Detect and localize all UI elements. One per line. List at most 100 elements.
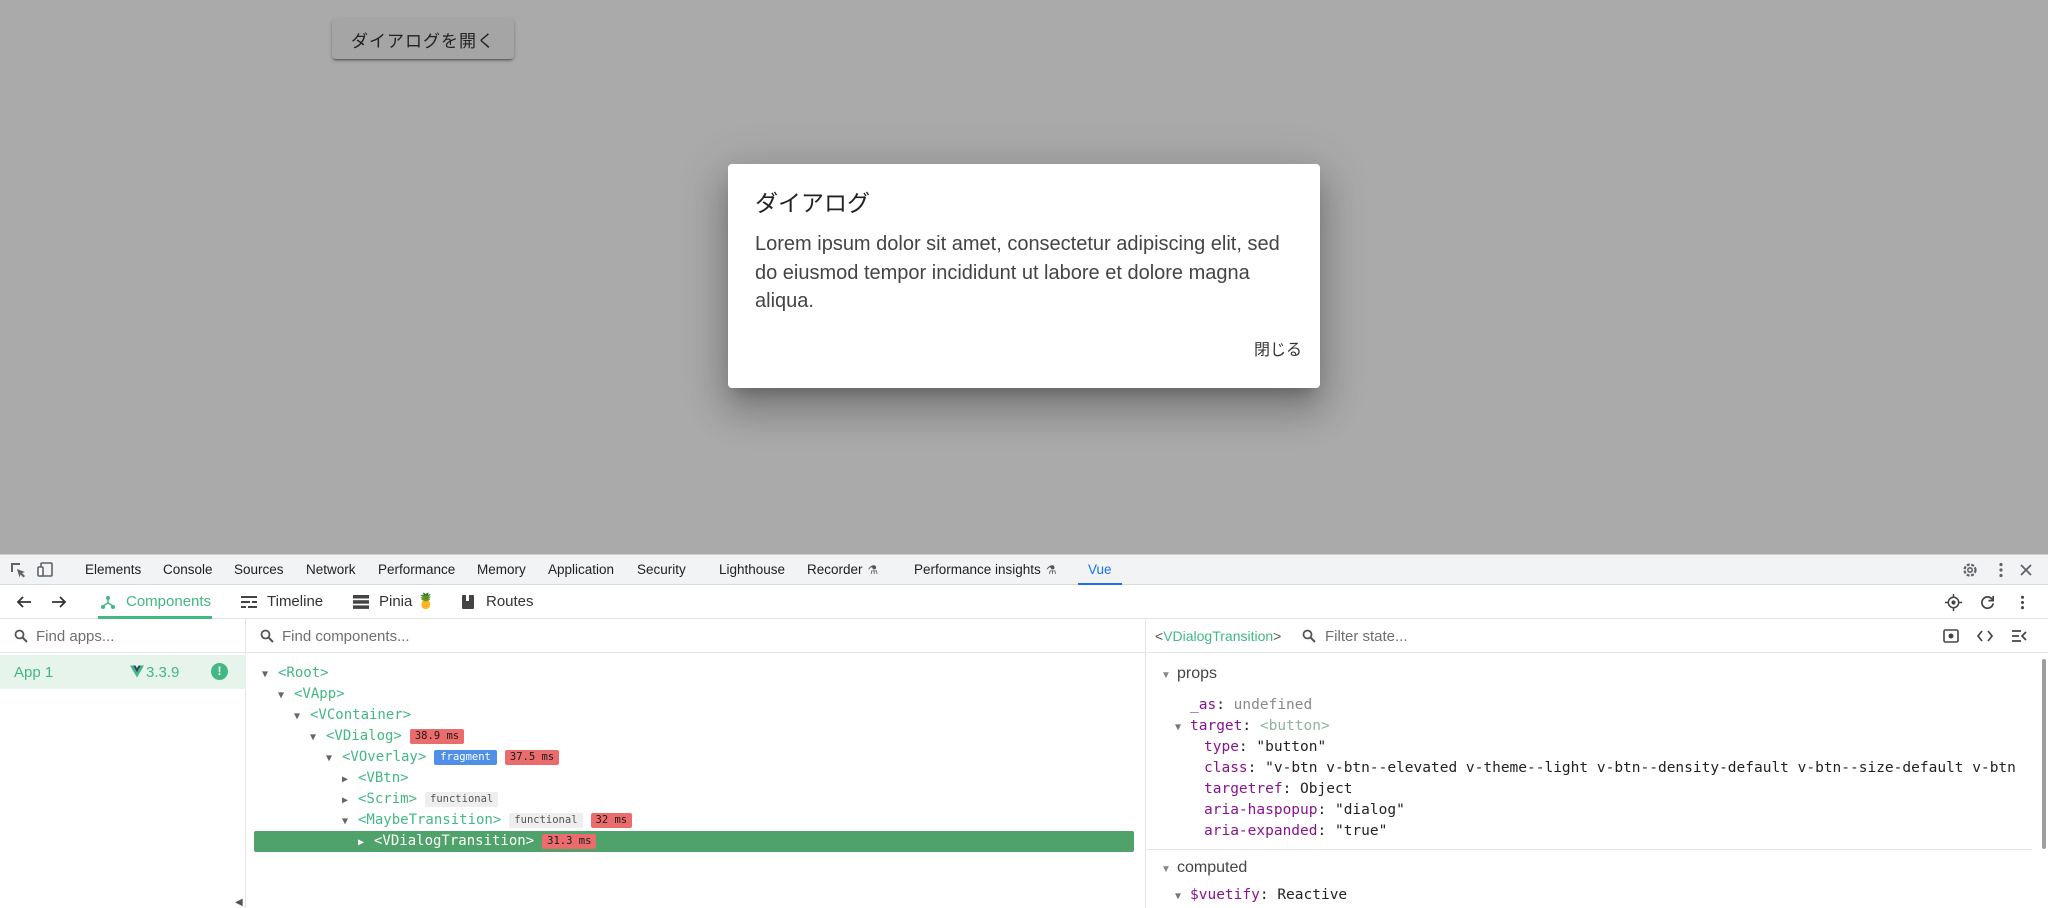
nav-pinia[interactable]: Pinia 🍍	[353, 585, 443, 619]
computed-section-title: computed	[1177, 859, 1248, 876]
expanded-triangle-icon: ▼	[342, 816, 349, 827]
scroll-to-component-icon[interactable]	[1943, 628, 1959, 644]
section-divider	[1147, 849, 2032, 850]
selected-component-label: VDialogTransition	[1163, 628, 1274, 644]
app-name: App 1	[14, 664, 54, 681]
routes-book-icon	[462, 595, 474, 609]
state-filter-input[interactable]: Filter state...	[1325, 628, 1408, 645]
render-time-badge: 32 ms	[590, 812, 633, 828]
expanded-triangle-icon: ▼	[1161, 864, 1171, 875]
tab-recorder[interactable]: Recorder ⚗	[807, 555, 878, 585]
nav-routes[interactable]: Routes	[460, 585, 550, 619]
components-search-placeholder: Find components...	[282, 628, 410, 645]
prop-aria-haspopup: aria-haspopup: "dialog"	[1204, 802, 1405, 818]
expanded-triangle-icon: ▼	[310, 732, 317, 743]
tab-elements[interactable]: Elements	[85, 555, 141, 585]
app-list-item[interactable]: App 1 3.3.9 !	[0, 655, 246, 689]
components-search[interactable]: Find components...	[246, 619, 1145, 653]
expanded-triangle-icon: ▼	[294, 711, 301, 722]
tree-node-label: <MaybeTransition>	[358, 812, 502, 828]
nav-routes-label: Routes	[486, 593, 534, 610]
apps-search[interactable]: Find apps...	[0, 619, 245, 653]
collapse-state-icon[interactable]	[2011, 628, 2027, 644]
tree-node-label: <VDialog>	[326, 728, 402, 744]
tree-node-vapp[interactable]: ▼ <VApp>	[278, 684, 345, 704]
dialog-title: ダイアログ	[755, 191, 870, 217]
tab-performance[interactable]: Performance	[378, 555, 455, 585]
prop-value: <button>	[1259, 718, 1330, 734]
computed-vuetify[interactable]: ▼ $vuetify: Reactive	[1175, 887, 1347, 903]
prop-targetref: targetref: Object	[1204, 781, 1353, 797]
state-inspector-pane: <VDialogTransition> Filter state... ▼ pro…	[1147, 619, 2048, 908]
tree-node-maybetransition[interactable]: ▼ <MaybeTransition> functional 32 ms	[342, 810, 633, 830]
tab-performance-insights-label: Performance insights	[914, 562, 1041, 577]
prop-value: "dialog"	[1334, 802, 1405, 818]
tree-node-root[interactable]: ▼ <Root>	[262, 663, 329, 683]
tab-sources[interactable]: Sources	[234, 555, 284, 585]
prop-key: type	[1204, 739, 1239, 755]
prop-value: Object	[1300, 781, 1353, 797]
prop-target[interactable]: ▼ target: <button>	[1175, 718, 1330, 734]
tab-application[interactable]: Application	[548, 555, 614, 585]
settings-gear-icon[interactable]	[1961, 561, 1979, 579]
tab-memory[interactable]: Memory	[477, 555, 526, 585]
props-section-header[interactable]: ▼ props	[1161, 665, 1217, 683]
tab-recorder-label: Recorder	[807, 562, 863, 577]
collapse-pane-arrow-icon[interactable]: ◀	[235, 897, 243, 908]
nav-pinia-label: Pinia 🍍	[379, 593, 436, 610]
prop-class: class: "v-btn v-btn--elevated v-theme--l…	[1204, 760, 2016, 776]
tab-performance-insights[interactable]: Performance insights ⚗	[914, 555, 1057, 585]
tab-vue[interactable]: Vue	[1078, 555, 1122, 585]
search-icon	[14, 629, 28, 643]
refresh-icon[interactable]	[1979, 594, 1996, 611]
search-icon	[1302, 629, 1316, 643]
inspect-element-icon[interactable]	[9, 561, 27, 579]
search-icon	[260, 629, 274, 643]
tree-node-vbtn[interactable]: ▶ <VBtn>	[342, 768, 409, 788]
nav-timeline[interactable]: Timeline	[241, 585, 331, 619]
tree-node-vcontainer[interactable]: ▼ <VContainer>	[294, 705, 411, 725]
dialog-text: Lorem ipsum dolor sit amet, consectetur …	[755, 233, 1280, 312]
prop-aria-expanded: aria-expanded: "true"	[1204, 823, 1388, 839]
tab-network[interactable]: Network	[306, 555, 356, 585]
device-toolbar-icon[interactable]	[37, 561, 55, 579]
expanded-triangle-icon: ▼	[278, 690, 285, 701]
tree-node-label: <VContainer>	[310, 707, 412, 723]
open-in-editor-code-icon[interactable]	[1977, 628, 1993, 644]
close-icon[interactable]	[2017, 561, 2035, 579]
pinia-list-icon	[353, 595, 369, 609]
render-time-badge: 31.3 ms	[542, 833, 597, 849]
warning-badge-icon: !	[211, 663, 228, 680]
vue-more-vert-icon[interactable]	[2014, 594, 2031, 611]
app-vue-version: 3.3.9	[130, 664, 179, 681]
more-vert-icon[interactable]	[1992, 561, 2010, 579]
computed-section-header[interactable]: ▼ computed	[1161, 859, 1247, 877]
back-arrow-icon[interactable]	[16, 595, 32, 609]
apps-pane: Find apps... App 1 3.3.9 ! ◀	[0, 619, 246, 908]
tree-node-label: <VBtn>	[358, 770, 409, 786]
devtools-tabbar: Elements Console Sources Network Perform…	[0, 555, 2048, 585]
state-scrollbar[interactable]	[2042, 659, 2046, 849]
component-tree-pane: Find components... ▼ <Root> ▼ <VApp> ▼ <VCo…	[246, 619, 1146, 908]
open-dialog-button[interactable]: ダイアログを開く	[332, 19, 514, 59]
tab-security[interactable]: Security	[637, 555, 686, 585]
expanded-triangle-icon: ▼	[326, 753, 333, 764]
prop-key: aria-expanded	[1204, 823, 1318, 839]
tab-lighthouse[interactable]: Lighthouse	[719, 555, 785, 585]
prop-as: _as: undefined	[1190, 697, 1313, 713]
tree-node-label: <Scrim>	[358, 791, 418, 807]
nav-components[interactable]: Components	[100, 585, 220, 619]
dialog-close-button[interactable]: 閉じる	[1254, 336, 1302, 360]
apps-search-placeholder: Find apps...	[36, 628, 115, 645]
flask-icon: ⚗	[1045, 563, 1057, 577]
forward-arrow-icon[interactable]	[51, 595, 67, 609]
tree-node-scrim[interactable]: ▶ <Scrim> functional	[342, 789, 499, 809]
select-component-crosshair-icon[interactable]	[1945, 594, 1962, 611]
devtools-panel: Elements Console Sources Network Perform…	[0, 554, 2048, 908]
tree-node-vdialogtransition[interactable]: ▶ <VDialogTransition> 31.3 ms	[358, 831, 597, 851]
prop-key: target	[1190, 718, 1243, 734]
tree-node-voverlay[interactable]: ▼ <VOverlay> fragment 37.5 ms	[326, 747, 560, 767]
tree-node-vdialog[interactable]: ▼ <VDialog> 38.9 ms	[310, 726, 465, 746]
collapsed-triangle-icon: ▶	[342, 795, 349, 806]
tab-console[interactable]: Console	[163, 555, 213, 585]
